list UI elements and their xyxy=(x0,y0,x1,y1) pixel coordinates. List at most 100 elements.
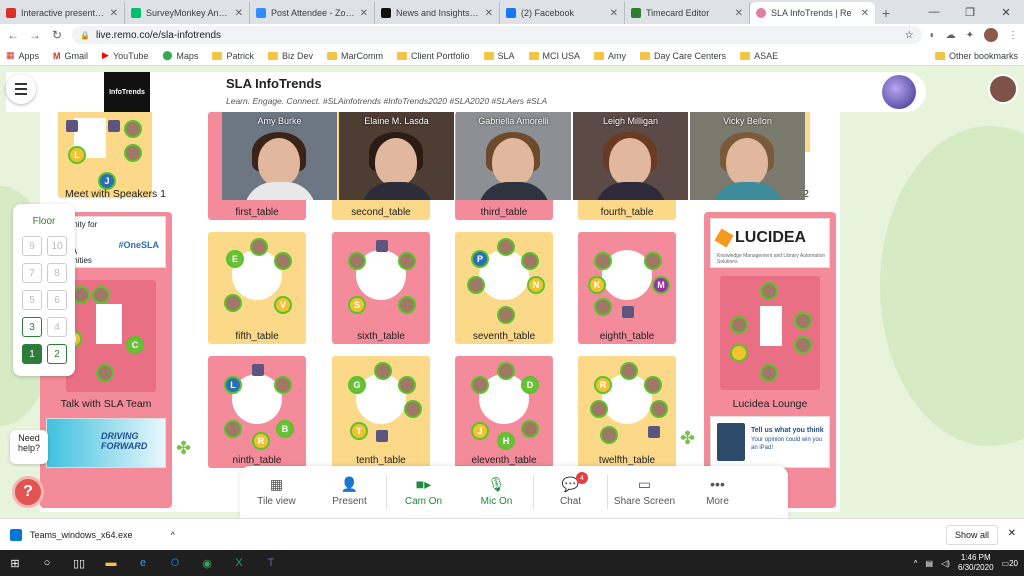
attendee-avatar[interactable] xyxy=(274,252,292,270)
table-eleventh[interactable]: D J H eleventh_table xyxy=(455,356,553,468)
attendee-avatar[interactable]: D xyxy=(521,376,539,394)
attendee-avatar[interactable] xyxy=(224,420,242,438)
browser-tab[interactable]: News and Insights | M ✕ xyxy=(375,2,500,24)
file-explorer-icon[interactable]: ▬ xyxy=(102,554,120,572)
attendee-avatar[interactable] xyxy=(404,400,422,418)
browser-tab[interactable]: (2) Facebook ✕ xyxy=(500,2,625,24)
attendee-avatar[interactable] xyxy=(794,312,812,330)
edge-icon[interactable]: e xyxy=(134,554,152,572)
floor-button-5[interactable]: 5 xyxy=(22,290,42,310)
volume-icon[interactable]: ◁) xyxy=(941,559,950,568)
floor-button-9[interactable]: 9 xyxy=(22,236,42,256)
minimize-icon[interactable]: — xyxy=(916,0,952,24)
menu-dots-icon[interactable]: ⋮ xyxy=(1008,30,1018,41)
video-tile[interactable]: Leigh Milligan xyxy=(573,112,688,200)
close-downloads-icon[interactable]: ✕ xyxy=(1008,528,1016,539)
attendee-avatar[interactable] xyxy=(250,238,268,256)
attendee-avatar[interactable]: T xyxy=(350,422,368,440)
back-icon[interactable]: ← xyxy=(6,28,20,42)
attendee-avatar[interactable]: G xyxy=(348,376,366,394)
attendee-avatar[interactable] xyxy=(644,252,662,270)
attendee-avatar[interactable]: P xyxy=(471,250,489,268)
attendee-avatar[interactable]: E xyxy=(226,250,244,268)
puzzle-icon[interactable]: ✦ xyxy=(966,30,974,41)
cam-on-button[interactable]: ■▸ Cam On xyxy=(387,466,460,518)
attendee-avatar[interactable] xyxy=(124,144,142,162)
video-tile[interactable]: Vicky Bellon xyxy=(690,112,805,200)
share-screen-button[interactable]: ▭ Share Screen xyxy=(608,466,681,518)
download-item[interactable]: Teams_windows_x64.exe ^ xyxy=(10,528,175,541)
bookmark-maps[interactable]: ⬤ Maps xyxy=(162,50,198,61)
attendee-avatar[interactable] xyxy=(374,362,392,380)
more-button[interactable]: ••• More xyxy=(681,466,754,518)
attendee-avatar[interactable]: N xyxy=(527,276,545,294)
floor-button-10[interactable]: 10 xyxy=(47,236,67,256)
attendee-avatar[interactable]: S xyxy=(348,296,366,314)
attendee-avatar[interactable]: L xyxy=(224,376,242,394)
browser-tab[interactable]: SurveyMonkey Analyze ✕ xyxy=(125,2,250,24)
tab-close-icon[interactable]: ✕ xyxy=(861,8,869,19)
floor-button-2[interactable]: 2 xyxy=(47,344,67,364)
attendee-avatar[interactable] xyxy=(794,336,812,354)
video-tile[interactable]: Gabriella Amorelli xyxy=(456,112,571,200)
attendee-avatar[interactable]: J xyxy=(471,422,489,440)
tray-chevron-icon[interactable]: ^ xyxy=(914,559,918,568)
attendee-avatar[interactable] xyxy=(96,364,114,382)
attendee-avatar[interactable]: M xyxy=(652,276,670,294)
tab-close-icon[interactable]: ✕ xyxy=(110,8,118,19)
bookmark-folder[interactable]: Client Portfolio xyxy=(396,51,470,61)
attendee-avatar[interactable]: H xyxy=(497,432,515,450)
reload-icon[interactable]: ↻ xyxy=(50,28,64,42)
notifications-icon[interactable]: ▭20 xyxy=(1002,559,1018,568)
attendee-avatar[interactable] xyxy=(594,298,612,316)
attendee-avatar[interactable] xyxy=(760,364,778,382)
profile-avatar[interactable] xyxy=(984,28,998,42)
mic-on-button[interactable]: 🎙 Mic On xyxy=(460,466,533,518)
video-tile[interactable]: Amy Burke xyxy=(222,112,337,200)
attendee-avatar[interactable] xyxy=(497,238,515,256)
survey-banner[interactable]: Tell us what you think Your opinion coul… xyxy=(710,416,830,468)
remo-logo[interactable] xyxy=(882,75,916,109)
bookmark-folder[interactable]: MarComm xyxy=(326,51,383,61)
attendee-avatar[interactable] xyxy=(398,252,416,270)
chevron-up-icon[interactable]: ^ xyxy=(171,530,175,540)
task-view-icon[interactable]: ▯▯ xyxy=(70,554,88,572)
show-all-downloads-button[interactable]: Show all xyxy=(945,525,998,545)
attendee-avatar[interactable] xyxy=(497,362,515,380)
attendee-avatar[interactable]: K xyxy=(588,276,606,294)
browser-tab[interactable]: Interactive presentation ✕ xyxy=(0,2,125,24)
table-sixth[interactable]: S sixth_table xyxy=(332,232,430,344)
search-icon[interactable]: ○ xyxy=(38,554,56,572)
attendee-avatar[interactable]: C xyxy=(126,336,144,354)
driving-forward-banner[interactable]: DRIVING FORWARD xyxy=(46,418,166,468)
cloud-icon[interactable]: ☁ xyxy=(946,30,956,41)
room-lucidea-lounge[interactable]: LUCIDEA Knowledge Management and Library… xyxy=(704,212,836,508)
bookmark-apps[interactable]: ▦ Apps xyxy=(6,50,39,61)
browser-tab[interactable]: Timecard Editor ✕ xyxy=(625,2,750,24)
table-twelfth[interactable]: R twelfth_table xyxy=(578,356,676,468)
bookmark-folder[interactable]: SLA xyxy=(483,51,515,61)
new-tab-button[interactable]: + xyxy=(875,2,897,24)
attendee-avatar[interactable] xyxy=(730,316,748,334)
chat-button[interactable]: 💬 Chat 4 xyxy=(534,466,607,518)
tab-close-icon[interactable]: ✕ xyxy=(235,8,243,19)
attendee-avatar[interactable]: R xyxy=(252,432,270,450)
menu-icon[interactable] xyxy=(6,74,36,104)
outlook-icon[interactable]: O xyxy=(166,554,184,572)
attendee-avatar[interactable] xyxy=(620,362,638,380)
table-eighth[interactable]: K M eighth_table xyxy=(578,232,676,344)
attendee-avatar[interactable] xyxy=(730,344,748,362)
attendee-avatar[interactable] xyxy=(467,276,485,294)
floor-button-3[interactable]: 3 xyxy=(22,317,42,337)
attendee-avatar[interactable]: R xyxy=(594,376,612,394)
attendee-avatar[interactable] xyxy=(590,400,608,418)
table-tenth[interactable]: G T tenth_table xyxy=(332,356,430,468)
system-clock[interactable]: 1:46 PM 6/30/2020 xyxy=(958,553,994,573)
other-bookmarks[interactable]: Other bookmarks xyxy=(934,51,1018,61)
bookmark-youtube[interactable]: ▶ YouTube xyxy=(102,50,148,61)
teams-icon[interactable]: T xyxy=(262,554,280,572)
maximize-icon[interactable]: ❐ xyxy=(952,0,988,24)
attendee-avatar[interactable] xyxy=(497,306,515,324)
bookmark-folder[interactable]: Amy xyxy=(594,51,626,61)
attendee-avatar[interactable] xyxy=(600,426,618,444)
